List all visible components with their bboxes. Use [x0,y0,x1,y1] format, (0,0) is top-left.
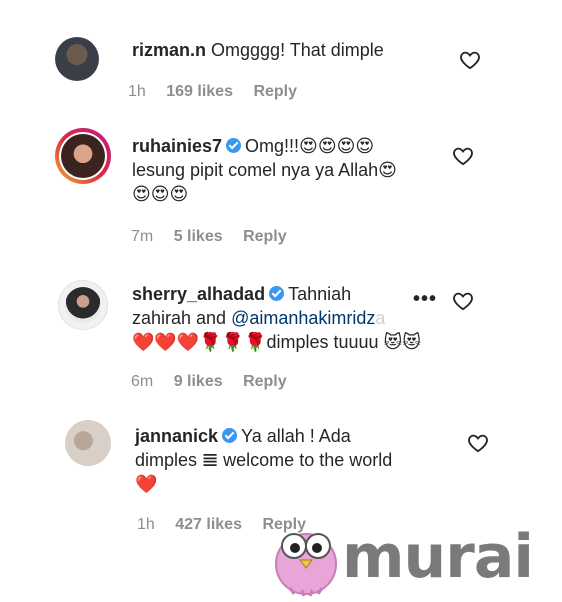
verified-badge-icon [222,428,238,443]
comment-text-line1: Tahniah [288,284,352,304]
more-options-icon[interactable]: ••• [413,288,437,311]
mention-link[interactable]: @aimanhakimridz [231,308,375,328]
comment-text: Omgggg! That dimple [211,40,384,60]
heart-icon[interactable] [452,291,474,311]
reply-button[interactable]: Reply [243,373,287,390]
username[interactable]: jannanick [135,426,218,446]
owl-mascot-icon [275,533,337,597]
murai-watermark: murai [270,518,560,598]
comment-text-line3: ❤️❤️❤️🌹🌹🌹dimples tuuuu 😻😻 [132,332,422,352]
username[interactable]: ruhainies7 [132,136,222,156]
verified-badge-icon [226,138,242,153]
comment-meta: 6m 9 likes Reply [131,373,303,391]
likes-count[interactable]: 5 likes [174,228,223,245]
comment-text-line3: ❤️ [135,474,158,494]
comment-text-line2: zahirah and [132,308,232,328]
username[interactable]: sherry_alhadad [132,284,265,304]
comment-meta: 7m 5 likes Reply [131,228,303,246]
verified-badge-icon [269,286,285,301]
timestamp: 6m [131,373,154,390]
heart-icon[interactable] [452,146,474,166]
reply-button[interactable]: Reply [243,228,287,245]
timestamp: 1h [128,83,146,100]
reply-button[interactable]: Reply [253,83,297,100]
comment-text-line1: Ya allah ! Ada [241,426,351,446]
likes-count[interactable]: 427 likes [175,516,242,533]
brand-wordmark: murai [342,522,534,592]
likes-count[interactable]: 9 likes [174,373,223,390]
likes-count[interactable]: 169 likes [166,83,233,100]
avatar[interactable] [58,280,108,330]
comment-text-line3: 😍😍😍 [132,184,189,204]
comment-text-line2: dimples 𝌆 welcome to the world [135,450,393,470]
comment-text-line1: Omg!!!😍😍😍😍 [245,136,375,156]
comment-text-line2: lesung pipit comel nya ya Allah😍 [132,160,397,180]
heart-icon[interactable] [459,50,481,70]
username[interactable]: rizman.n [132,40,206,60]
comment-meta: 1h 169 likes Reply [128,83,313,101]
timestamp: 1h [137,516,155,533]
avatar[interactable] [55,37,99,81]
timestamp: 7m [131,228,154,245]
avatar[interactable] [65,420,111,466]
avatar[interactable] [59,132,107,180]
heart-icon[interactable] [467,433,489,453]
mention-overflow: a [375,308,386,328]
